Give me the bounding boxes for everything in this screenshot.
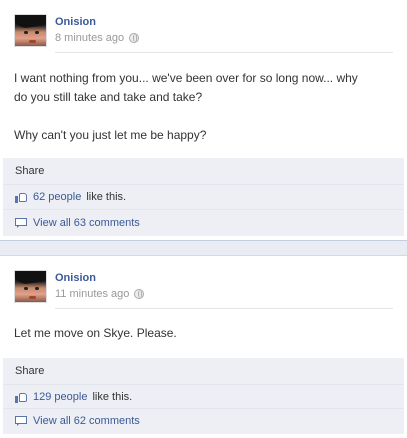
likes-row: 129 people like this. [3,384,404,409]
post-1: Onision 8 minutes ago I want nothing fro… [0,0,407,236]
post-timestamp[interactable]: 11 minutes ago [55,288,145,300]
message-line: Let me move on Skye. Please. [14,326,177,340]
likes-count-link[interactable]: 129 people [33,391,87,403]
post-message: Let me move on Skye. Please. [14,324,397,343]
share-row: Share [3,358,404,383]
divider [55,308,393,309]
globe-icon [134,289,145,299]
comment-icon [15,217,28,229]
comments-row: View all 62 comments [3,408,404,434]
likes-row: 62 people like this. [3,184,404,210]
comments-row: View all 63 comments [3,209,404,236]
message-line: do you still take and take and take? [14,90,203,104]
share-row: Share [3,158,404,183]
post-actions: Share 62 people like this. View all 63 c… [3,158,404,236]
post-actions: Share 129 people like this. View all 62 … [3,358,404,434]
timestamp-text[interactable]: 11 minutes ago [55,288,129,300]
view-comments-link[interactable]: View all 63 comments [33,217,140,229]
comment-icon [15,415,28,427]
likes-count-link[interactable]: 62 people [33,191,81,203]
likes-suffix: like this. [86,191,127,203]
post-separator [0,236,407,262]
view-comments-link[interactable]: View all 62 comments [33,415,140,427]
share-link[interactable]: Share [15,165,44,177]
share-link[interactable]: Share [15,365,44,377]
message-line: Why can't you just let me be happy? [14,128,207,142]
timestamp-text[interactable]: 8 minutes ago [55,32,124,44]
post-message: I want nothing from you... we've been ov… [14,69,397,145]
message-line: I want nothing from you... we've been ov… [14,71,358,85]
post-2: Onision 11 minutes ago Let me move on Sk… [0,262,407,438]
likes-suffix: like this. [92,391,133,403]
author-avatar[interactable] [14,270,47,303]
divider [55,52,393,53]
message-line [14,107,397,126]
author-avatar[interactable] [14,14,47,47]
thumbs-up-icon [15,391,28,403]
author-name[interactable]: Onision [55,272,96,284]
author-name[interactable]: Onision [55,16,96,28]
globe-icon [129,33,140,43]
thumbs-up-icon [15,191,28,203]
post-timestamp[interactable]: 8 minutes ago [55,32,140,44]
